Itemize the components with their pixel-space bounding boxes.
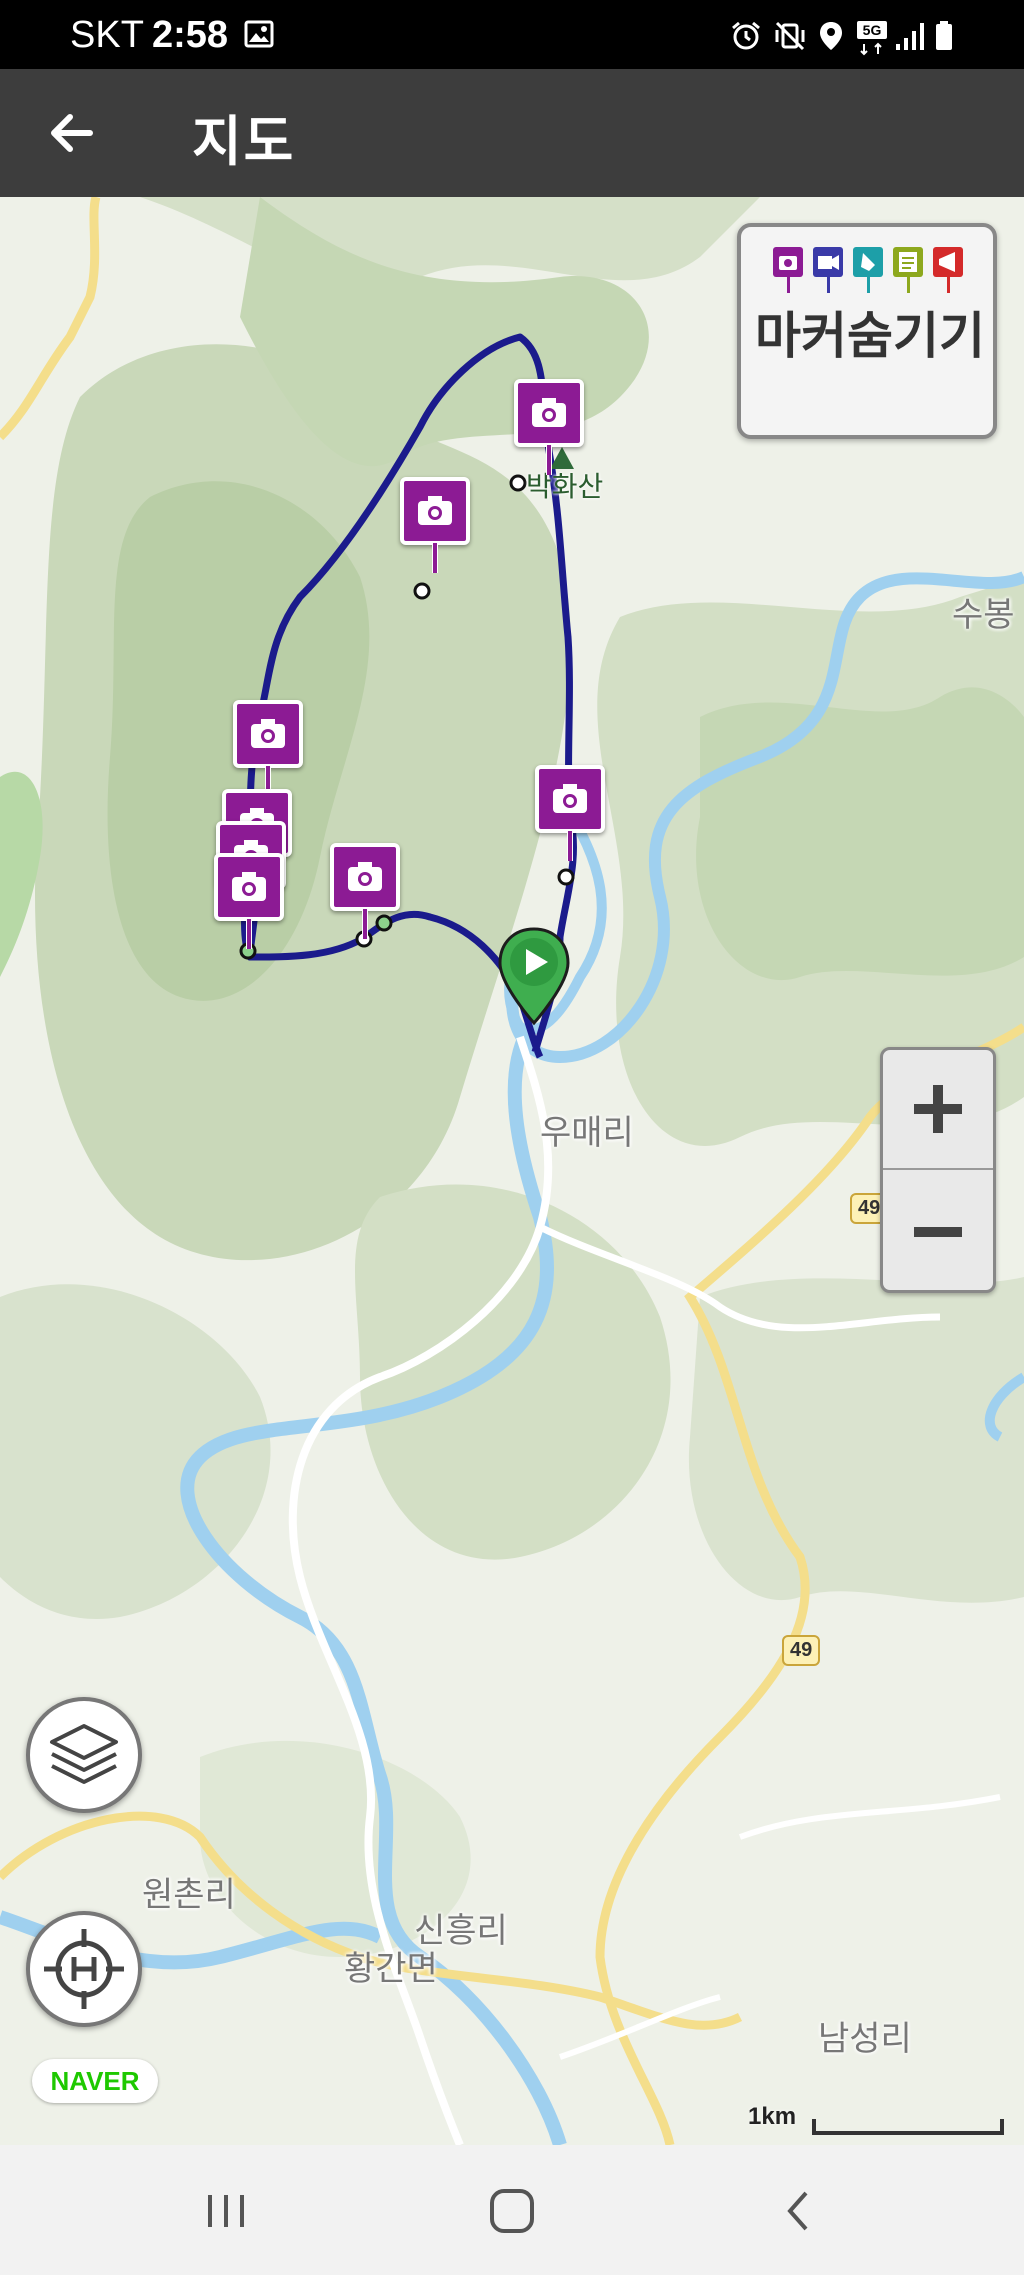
- camera-icon: [418, 496, 452, 525]
- naver-logo: NAVER: [32, 2059, 158, 2103]
- zoom-in-button[interactable]: [883, 1050, 993, 1170]
- hide-markers-label: 마커숨기기: [755, 307, 985, 365]
- place-label-wonchonri: 원촌리: [142, 1875, 236, 1915]
- map-view[interactable]: 박화산 수봉 우매리 원촌리 신흥리 황간면 남성리 49 49 마커숨기기 N…: [0, 197, 1024, 2145]
- camera-icon: [251, 719, 285, 748]
- plus-icon: [914, 1085, 962, 1133]
- route-shield: 49: [782, 1635, 821, 1666]
- photo-marker[interactable]: [233, 700, 303, 796]
- note-flag-icon: [893, 247, 923, 293]
- layers-button[interactable]: [26, 1697, 142, 1813]
- photo-marker[interactable]: [330, 843, 400, 939]
- zoom-out-button[interactable]: [883, 1172, 993, 1292]
- photo-marker[interactable]: [214, 853, 284, 949]
- camera-icon: [348, 862, 382, 891]
- scale-bar: [812, 2119, 1004, 2135]
- app-screen: SKT 2:58 5G 지도 박화산 수봉 우매리 원촌리 신흥리 황간면 남성…: [0, 0, 1024, 2275]
- arrow-left-icon[interactable]: [42, 103, 102, 163]
- alarm-icon: [732, 21, 760, 50]
- photo-marker[interactable]: [535, 765, 605, 861]
- home-icon[interactable]: [482, 2183, 542, 2239]
- place-label-umaeri: 우매리: [540, 1113, 634, 1153]
- place-label-namseongri: 남성리: [818, 2019, 912, 2059]
- hide-markers-button[interactable]: 마커숨기기: [737, 223, 997, 439]
- photo-marker[interactable]: [514, 379, 584, 475]
- location-icon: [820, 22, 842, 50]
- camera-icon: [532, 398, 566, 427]
- camera-icon: [553, 784, 587, 813]
- back-icon[interactable]: [768, 2183, 828, 2239]
- pin-flag-icon: [853, 247, 883, 293]
- system-nav-bar: [0, 2145, 1024, 2275]
- home-target-icon: [44, 1929, 124, 2009]
- signal-icon: [896, 23, 924, 50]
- 5g-icon: 5G: [857, 21, 887, 56]
- place-label-subong: 수봉: [952, 595, 1015, 635]
- status-bar: SKT 2:58 5G: [0, 0, 1024, 69]
- start-marker[interactable]: [496, 927, 572, 1027]
- minus-icon: [914, 1227, 962, 1237]
- layers-icon: [50, 1724, 118, 1784]
- home-location-button[interactable]: [26, 1911, 142, 2027]
- app-bar: 지도: [0, 69, 1024, 197]
- map-base-layer: [0, 197, 1024, 2145]
- carrier-label: SKT: [70, 14, 144, 56]
- battery-icon: [936, 21, 952, 50]
- page-title: 지도: [192, 110, 296, 173]
- camera-icon: [232, 872, 266, 901]
- zoom-control: [880, 1047, 996, 1293]
- recent-apps-icon[interactable]: [196, 2183, 256, 2239]
- image-icon: [244, 20, 274, 48]
- place-label-hwangganmyeon: 황간면: [344, 1949, 438, 1989]
- scale-label: 1km: [748, 2103, 797, 2130]
- megaphone-flag-icon: [933, 247, 963, 293]
- vibrate-mute-icon: [775, 21, 805, 51]
- photo-marker[interactable]: [400, 477, 470, 573]
- video-flag-icon: [813, 247, 843, 293]
- marker-flags: [773, 247, 963, 293]
- svg-text:5G: 5G: [863, 22, 882, 38]
- camera-flag-icon: [773, 247, 803, 293]
- clock: 2:58: [152, 14, 229, 56]
